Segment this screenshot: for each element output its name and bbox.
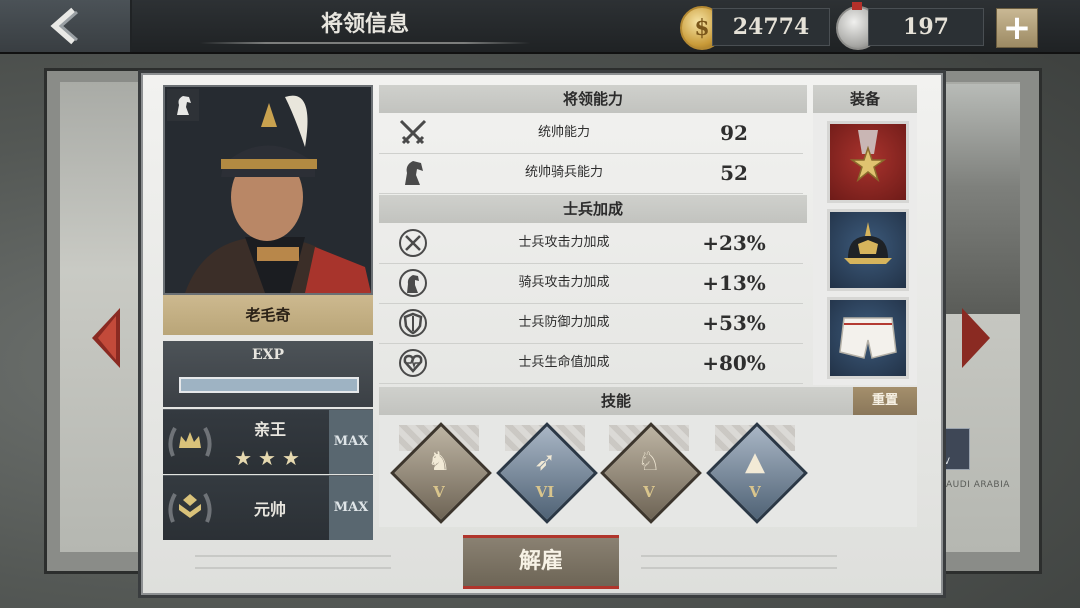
bonus-label: 骑兵攻击力加成 bbox=[518, 275, 610, 290]
pickelhaube-helmet-icon bbox=[844, 222, 892, 264]
skill-slot[interactable]: ♘ V bbox=[600, 422, 702, 524]
abilities-header: 将领能力 bbox=[379, 85, 807, 113]
skill-level: VI bbox=[535, 483, 555, 501]
general-info-panel: 老毛奇 EXP 亲王 ★★★ MAX 元帅 MAX 将领能力 统帅能力 92 统… bbox=[138, 70, 946, 598]
cavalry-class-icon bbox=[167, 89, 199, 121]
general-name: 老毛奇 bbox=[163, 295, 373, 335]
exp-label: EXP bbox=[251, 347, 285, 363]
stat-label: 统帅骑兵能力 bbox=[524, 165, 603, 180]
dismiss-general-button[interactable]: 解雇 bbox=[463, 535, 619, 589]
bonus-value: +80% bbox=[702, 351, 766, 375]
bonus-label: 士兵防御力加成 bbox=[518, 315, 610, 330]
bonus-label: 士兵生命值加成 bbox=[518, 355, 610, 370]
divider-right bbox=[641, 555, 837, 569]
marshal-insignia-icon bbox=[168, 493, 212, 523]
skills-area: ♞ V ➶ VI ♘ V ▲ V bbox=[379, 415, 917, 527]
bonus-value: +53% bbox=[702, 311, 766, 335]
rank-max-badge: MAX bbox=[329, 476, 373, 540]
medal-icon bbox=[849, 130, 887, 183]
bonus-value: +13% bbox=[702, 271, 766, 295]
horse-up-icon bbox=[399, 269, 427, 297]
white-trousers-icon bbox=[839, 317, 897, 359]
bonus-row: 士兵生命值加成 +80% bbox=[379, 343, 803, 384]
bonus-value: +23% bbox=[702, 231, 766, 255]
rank-title: 元帅 bbox=[253, 500, 286, 519]
rank-row-nobility: 亲王 ★★★ MAX bbox=[163, 409, 373, 474]
heart-up-icon bbox=[399, 349, 427, 377]
exp-section: EXP bbox=[163, 341, 373, 407]
top-bar: 将领信息 $ 24774 197 + bbox=[0, 0, 1080, 54]
add-currency-button[interactable]: + bbox=[996, 8, 1038, 48]
stat-value: 92 bbox=[720, 121, 748, 145]
skill-level: V bbox=[643, 483, 655, 501]
skill-level: V bbox=[749, 483, 761, 501]
general-portrait bbox=[163, 85, 373, 295]
skill-level: V bbox=[433, 483, 445, 501]
next-general-arrow[interactable] bbox=[962, 308, 990, 368]
flanking-arrow-icon: ➶ bbox=[534, 447, 556, 477]
back-arrow-icon bbox=[50, 7, 78, 45]
reset-skills-button[interactable]: 重置 bbox=[853, 387, 917, 415]
medal-amount: 197 bbox=[868, 8, 984, 46]
exp-progress-bar bbox=[179, 377, 359, 393]
rank-stars: ★★★ bbox=[234, 446, 306, 470]
equipment-column bbox=[813, 113, 917, 385]
rank-title: 亲王 bbox=[253, 420, 286, 439]
mountains-icon: ▲ bbox=[745, 447, 765, 477]
skill-slot[interactable]: ➶ VI bbox=[496, 422, 598, 524]
stat-value: 52 bbox=[720, 161, 748, 185]
horse-head-icon bbox=[405, 161, 423, 185]
map-region-label: AUDI ARABIA bbox=[946, 480, 1010, 490]
back-button[interactable] bbox=[0, 0, 132, 52]
equipment-slot-trousers[interactable] bbox=[827, 297, 909, 379]
page-title: 将领信息 bbox=[200, 0, 530, 52]
equipment-slot-helmet[interactable] bbox=[827, 209, 909, 291]
skill-slot[interactable]: ▲ V bbox=[706, 422, 808, 524]
skills-header: 技能 bbox=[379, 387, 853, 415]
map-cavalry-scene bbox=[940, 84, 1020, 314]
bonus-row: 骑兵攻击力加成 +13% bbox=[379, 263, 803, 304]
bonus-label: 士兵攻击力加成 bbox=[518, 235, 610, 250]
stat-row: 统帅能力 92 bbox=[379, 113, 803, 154]
gold-amount: 24774 bbox=[712, 8, 830, 46]
prev-general-arrow[interactable] bbox=[92, 308, 120, 368]
stat-row: 统帅骑兵能力 52 bbox=[379, 153, 803, 194]
equipment-slot-medal[interactable] bbox=[827, 121, 909, 203]
crown-laurel-icon bbox=[168, 427, 212, 457]
bonuses-header: 士兵加成 bbox=[379, 195, 807, 223]
divider-left bbox=[195, 555, 391, 569]
skill-slot[interactable]: ♞ V bbox=[390, 422, 492, 524]
sword-up-icon bbox=[399, 229, 427, 257]
rank-row-military: 元帅 MAX bbox=[163, 475, 373, 540]
bonus-row: 士兵攻击力加成 +23% bbox=[379, 223, 803, 264]
shield-up-icon bbox=[399, 309, 427, 337]
cavalry-rider-icon: ♘ bbox=[637, 447, 661, 477]
stat-label: 统帅能力 bbox=[537, 125, 590, 140]
bonus-row: 士兵防御力加成 +53% bbox=[379, 303, 803, 344]
equipment-header: 装备 bbox=[813, 85, 917, 113]
rank-max-badge: MAX bbox=[329, 410, 373, 474]
cavalry-charge-icon: ♞ bbox=[427, 447, 451, 477]
crossed-swords-icon bbox=[399, 119, 427, 145]
